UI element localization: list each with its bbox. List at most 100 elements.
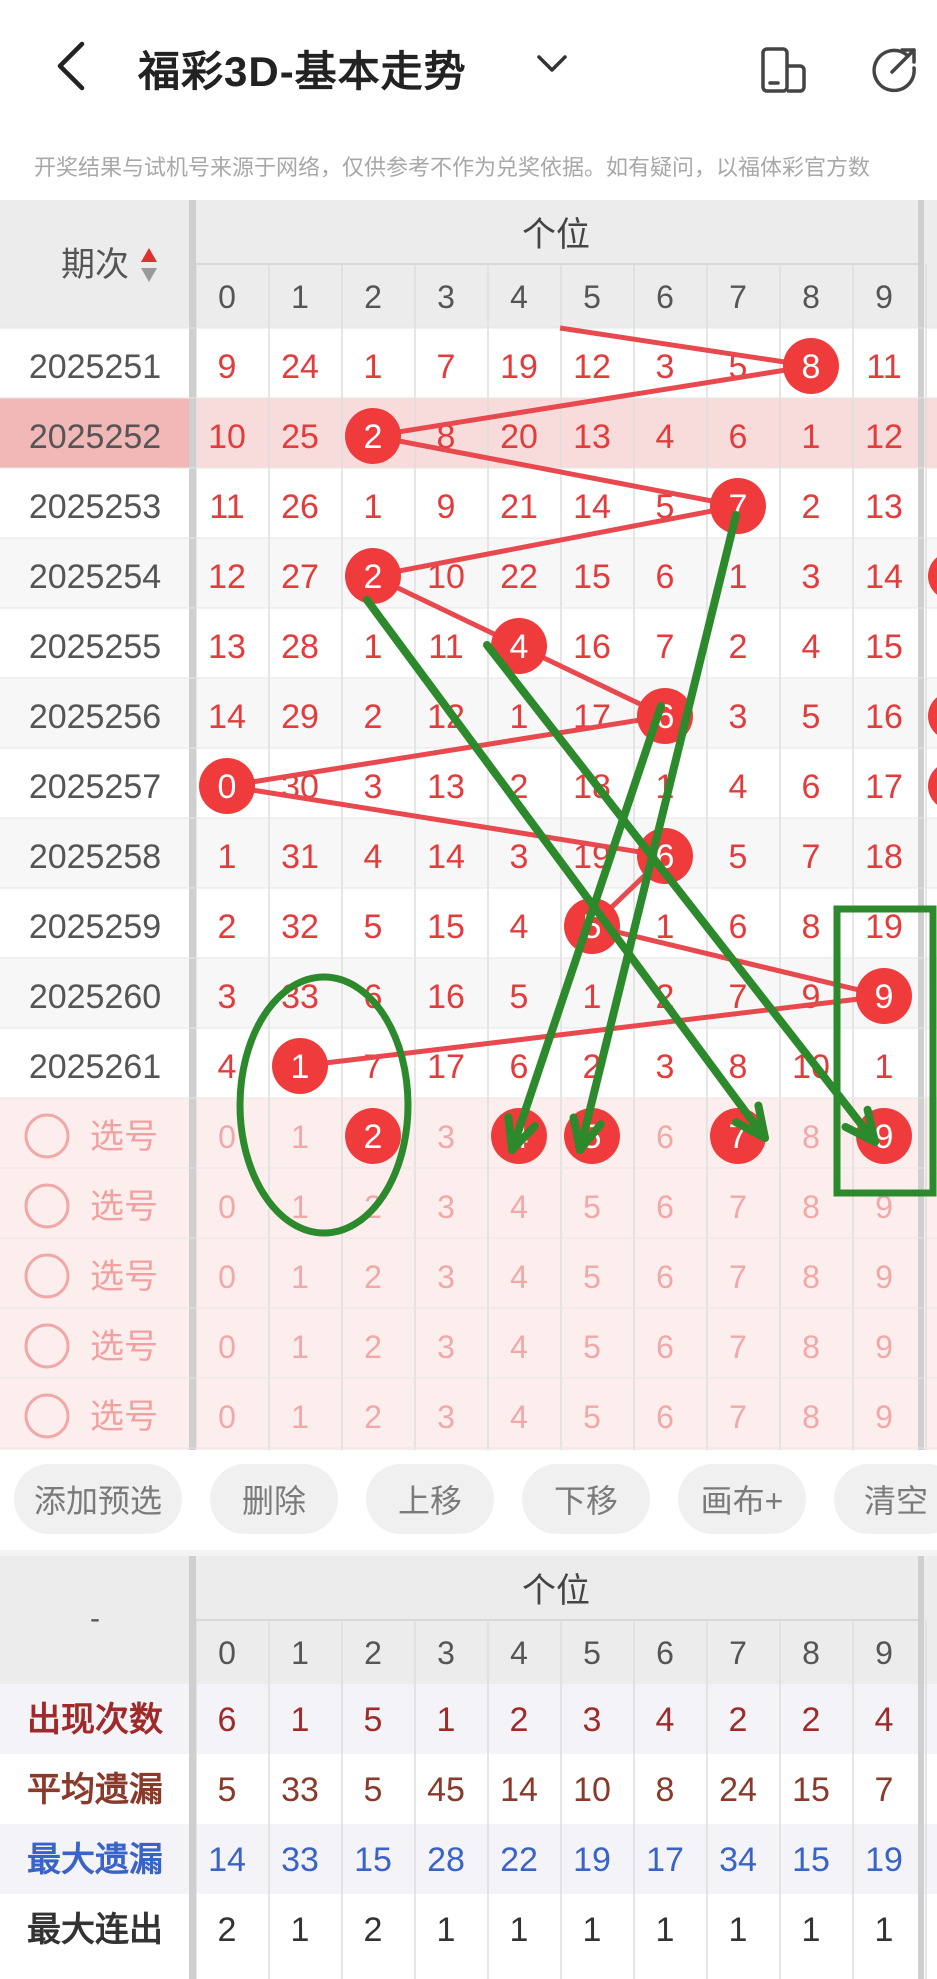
select-digit[interactable]: 3 xyxy=(437,1119,455,1155)
delete-button[interactable]: 删除 xyxy=(210,1464,338,1534)
period-number: 2025259 xyxy=(29,908,161,946)
stats-value: 22 xyxy=(500,1841,538,1879)
missing-count: 26 xyxy=(281,488,319,526)
action-bar: 添加预选 删除 上移 下移 画布+ 清空 xyxy=(0,1450,937,1550)
select-digit[interactable]: 1 xyxy=(291,1189,309,1225)
select-digit[interactable]: 6 xyxy=(656,1119,674,1155)
chevron-down-icon[interactable] xyxy=(535,52,569,76)
select-digit[interactable]: 3 xyxy=(437,1399,455,1435)
stats-digit-header-9: 9 xyxy=(875,1635,893,1671)
select-digit[interactable]: 9 xyxy=(875,1259,893,1295)
select-digit[interactable]: 0 xyxy=(218,1259,236,1295)
stats-value: 19 xyxy=(865,1841,903,1879)
move-up-button[interactable]: 上移 xyxy=(366,1464,494,1534)
share-icon[interactable] xyxy=(870,44,920,94)
select-digit[interactable]: 5 xyxy=(583,1399,601,1435)
select-digit[interactable]: 1 xyxy=(291,1399,309,1435)
select-digit[interactable]: 8 xyxy=(802,1189,820,1225)
missing-count: 6 xyxy=(729,908,748,946)
select-label[interactable]: 选号 xyxy=(90,1328,158,1366)
stats-value: 2 xyxy=(729,1701,748,1739)
select-digit[interactable]: 6 xyxy=(656,1329,674,1365)
missing-count: 7 xyxy=(364,1048,383,1086)
stats-value: 1 xyxy=(656,1911,675,1949)
add-preselect-button[interactable]: 添加预选 xyxy=(14,1464,182,1534)
select-digit[interactable]: 1 xyxy=(291,1119,309,1155)
stats-value: 2 xyxy=(218,1911,237,1949)
select-digit[interactable]: 0 xyxy=(218,1399,236,1435)
stats-value: 33 xyxy=(281,1841,319,1879)
clear-button[interactable]: 清空 xyxy=(834,1464,937,1534)
select-digit[interactable]: 7 xyxy=(729,1259,747,1295)
select-digit[interactable]: 0 xyxy=(218,1189,236,1225)
select-digit[interactable]: 6 xyxy=(656,1189,674,1225)
stats-value: 34 xyxy=(719,1841,757,1879)
select-digit[interactable]: 6 xyxy=(656,1259,674,1295)
missing-count: 4 xyxy=(729,768,748,806)
select-digit[interactable]: 2 xyxy=(364,1329,382,1365)
select-digit[interactable]: 0 xyxy=(218,1329,236,1365)
missing-count: 3 xyxy=(218,978,237,1016)
select-label[interactable]: 选号 xyxy=(90,1258,158,1296)
digit-header-3: 3 xyxy=(437,279,455,315)
select-digit[interactable]: 4 xyxy=(510,1189,528,1225)
select-digit[interactable]: 8 xyxy=(802,1259,820,1295)
select-digit[interactable]: 9 xyxy=(875,1399,893,1435)
missing-count: 20 xyxy=(500,418,538,456)
stats-value: 45 xyxy=(427,1771,465,1809)
stats-value: 2 xyxy=(364,1911,383,1949)
missing-count: 4 xyxy=(656,418,675,456)
digit-header-5: 5 xyxy=(583,279,601,315)
select-label[interactable]: 选号 xyxy=(90,1398,158,1436)
stats-value: 14 xyxy=(208,1841,246,1879)
select-digit[interactable]: 5 xyxy=(583,1189,601,1225)
stats-digit-header-7: 7 xyxy=(729,1635,747,1671)
select-digit[interactable]: 0 xyxy=(218,1119,236,1155)
missing-count: 15 xyxy=(865,628,903,666)
select-digit[interactable]: 3 xyxy=(437,1189,455,1225)
back-arrow-icon[interactable] xyxy=(52,40,92,92)
display-settings-icon[interactable] xyxy=(758,46,808,94)
period-header[interactable]: 期次 xyxy=(61,246,129,284)
select-digit[interactable]: 3 xyxy=(437,1329,455,1365)
stats-digit-header-5: 5 xyxy=(583,1635,601,1671)
select-digit[interactable]: 8 xyxy=(802,1399,820,1435)
missing-count: 24 xyxy=(281,348,319,386)
select-digit[interactable]: 7 xyxy=(729,1189,747,1225)
select-label[interactable]: 选号 xyxy=(90,1188,158,1226)
select-digit[interactable]: 9 xyxy=(875,1329,893,1365)
page-title[interactable]: 福彩3D-基本走势 xyxy=(138,38,467,99)
select-digit[interactable]: 5 xyxy=(583,1329,601,1365)
missing-count: 3 xyxy=(656,348,675,386)
select-digit[interactable]: 2 xyxy=(364,1399,382,1435)
ball-number: 9 xyxy=(875,978,894,1016)
select-digit[interactable]: 8 xyxy=(802,1329,820,1365)
select-digit[interactable]: 8 xyxy=(802,1119,820,1155)
select-digit[interactable]: 4 xyxy=(510,1329,528,1365)
select-digit[interactable]: 7 xyxy=(729,1329,747,1365)
stats-value: 1 xyxy=(875,1911,894,1949)
missing-count: 22 xyxy=(500,558,538,596)
select-digit[interactable]: 3 xyxy=(437,1259,455,1295)
select-digit[interactable]: 2 xyxy=(364,1259,382,1295)
select-digit[interactable]: 5 xyxy=(583,1259,601,1295)
select-digit[interactable]: 7 xyxy=(729,1399,747,1435)
canvas-plus-button[interactable]: 画布+ xyxy=(678,1464,806,1534)
ball-number: 2 xyxy=(364,418,383,456)
missing-count: 25 xyxy=(281,418,319,456)
digit-header-1: 1 xyxy=(291,279,309,315)
stats-row-label: 出现次数 xyxy=(27,1701,163,1739)
select-digit[interactable]: 4 xyxy=(510,1399,528,1435)
stats-value: 15 xyxy=(792,1771,830,1809)
select-label[interactable]: 选号 xyxy=(90,1118,158,1156)
move-down-button[interactable]: 下移 xyxy=(522,1464,650,1534)
stats-row-label: 最大连出 xyxy=(27,1911,163,1949)
select-digit[interactable]: 1 xyxy=(291,1259,309,1295)
missing-count: 4 xyxy=(218,1048,237,1086)
select-digit[interactable]: 6 xyxy=(656,1399,674,1435)
period-number: 2025261 xyxy=(29,1048,161,1086)
select-digit[interactable]: 4 xyxy=(510,1259,528,1295)
select-digit[interactable]: 1 xyxy=(291,1329,309,1365)
missing-count: 3 xyxy=(802,558,821,596)
disclaimer-text: 开奖结果与试机号来源于网络，仅供参考不作为兑奖依据。如有疑问，以福体彩官方数 xyxy=(34,155,871,180)
